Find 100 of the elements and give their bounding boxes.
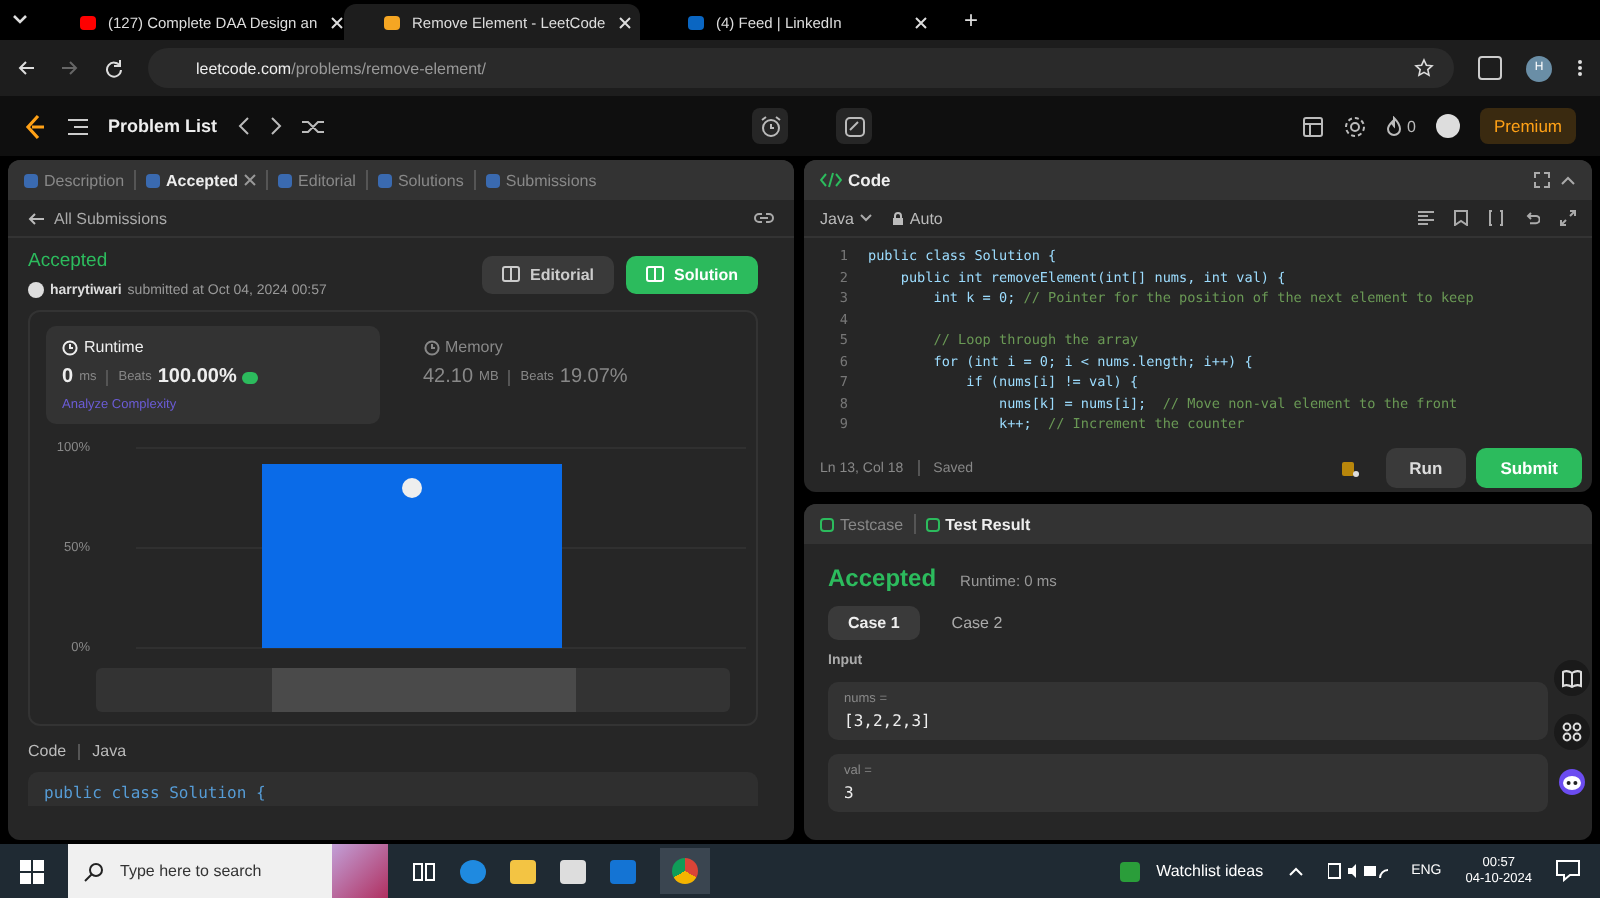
auto-mode-toggle[interactable]: Auto [891,209,943,227]
scrollbar-thumb[interactable] [272,668,576,712]
forward-icon[interactable] [60,58,80,78]
chart-scrollbar[interactable] [96,668,730,712]
collapse-icon[interactable] [1560,174,1576,186]
previous-icon[interactable] [237,116,250,136]
panel-tab[interactable]: Accepted [146,171,257,189]
result-status: Accepted [828,564,937,592]
chevron-up-icon[interactable] [1287,866,1304,876]
tab-list-icon[interactable] [12,14,28,26]
tab-icon [278,173,293,187]
code-panel-title: Code [820,170,891,190]
caret-icon [859,214,872,222]
beats-percent: 100.00% [157,366,237,388]
tab-icon [820,517,834,531]
language-dropdown[interactable]: Java [820,209,872,227]
note-button[interactable] [836,108,873,144]
task-view-icon[interactable] [412,859,436,883]
panel-tab[interactable]: Testcase [820,515,904,533]
layout-icon[interactable] [1301,115,1324,137]
tab-icon [24,173,38,187]
book-icon [1562,669,1582,687]
tab-icon [925,517,940,531]
all-submissions-link[interactable]: All Submissions [28,209,167,227]
stat-value: 42.10 [423,366,474,388]
code-preview: public class Solution { [28,772,758,806]
premium-button[interactable]: Premium [1480,108,1577,144]
link-icon[interactable] [754,210,774,226]
avatar-icon [402,478,422,498]
folder-icon[interactable] [510,859,536,883]
user-avatar[interactable] [1436,114,1460,138]
notification-icon[interactable] [1556,860,1580,882]
case-tab[interactable]: Case 2 [931,606,1023,640]
case-tab[interactable]: Case 1 [828,606,920,640]
menu-icon[interactable] [1576,58,1584,78]
braces-icon[interactable] [1488,210,1504,226]
reset-icon[interactable] [1524,210,1540,226]
book-button[interactable] [1554,660,1590,696]
flame-icon [1385,116,1402,136]
star-icon[interactable] [1414,58,1434,78]
stat-title: Runtime [62,338,363,356]
apps-button[interactable] [1554,714,1590,750]
stat-value: 0 [62,366,74,388]
parameter-value: 3 [844,784,856,802]
user-avatar [28,282,44,298]
address-bar[interactable]: leetcode.com/problems/remove-element/ [148,48,1454,88]
alarm-clock-button[interactable] [752,108,789,144]
back-icon[interactable] [16,58,36,78]
panel-tab[interactable]: Submissions [485,171,597,189]
assistant-bot-icon[interactable] [1558,768,1586,796]
settings-icon[interactable] [1343,115,1366,137]
alarm-clock-icon [759,115,782,137]
submission-status: Accepted [28,250,110,272]
store-icon[interactable] [560,859,586,883]
tab-icon [377,173,392,187]
system-tray-icons-drawing[interactable] [1327,862,1388,880]
extension-icon[interactable] [1478,56,1502,80]
reload-icon[interactable] [104,58,124,78]
format-icon[interactable] [1418,210,1434,226]
favicon-icon [688,15,704,29]
panel-tab[interactable]: Solutions [377,171,464,189]
fullscreen-icon[interactable] [1534,172,1550,188]
edge-icon[interactable] [460,859,486,883]
watchlist-widget[interactable]: Watchlist ideas [1120,861,1264,881]
panel-tab[interactable]: Description [24,171,125,189]
edit-icon [843,115,866,137]
chrome-icon[interactable] [660,848,710,894]
logo-icon[interactable] [24,113,48,139]
tab-icon [146,173,161,187]
problem-list-link[interactable]: Problem List [108,116,218,136]
favicon-icon [384,15,400,29]
parameter-value: [3,2,2,3] [844,712,933,730]
editorial-button[interactable]: Editorial [481,255,614,293]
clock-icon [62,339,78,355]
stat-title: Memory [423,338,724,356]
streak-counter[interactable]: 0 [1385,116,1416,136]
mail-icon[interactable] [610,859,636,883]
shuffle-icon[interactable] [301,117,324,135]
book-icon [646,266,664,282]
language-label: Java [92,742,127,760]
beats-percent: 19.07% [559,366,628,388]
panel-tab[interactable]: Test Result [925,515,1031,533]
code-label: Code [28,742,67,760]
new-tab-button[interactable]: + [952,6,991,34]
code-icon [820,172,842,188]
panel-tab[interactable]: Editorial [278,171,356,189]
bookmark-icon[interactable] [1454,210,1468,226]
back-arrow-icon [28,211,44,225]
tab-icon [485,173,500,187]
start-icon[interactable] [20,859,44,883]
badge-icon [242,371,259,383]
expand-icon[interactable] [1560,210,1576,226]
favicon-icon [80,15,96,29]
lock-icon [891,211,904,225]
run-button[interactable]: Run [1385,448,1467,488]
search-input[interactable]: Type here to search [116,860,320,882]
search-box[interactable]: Type here to search [68,844,388,898]
next-icon[interactable] [269,116,282,136]
search-icon [84,861,104,881]
clock-icon [423,339,439,355]
